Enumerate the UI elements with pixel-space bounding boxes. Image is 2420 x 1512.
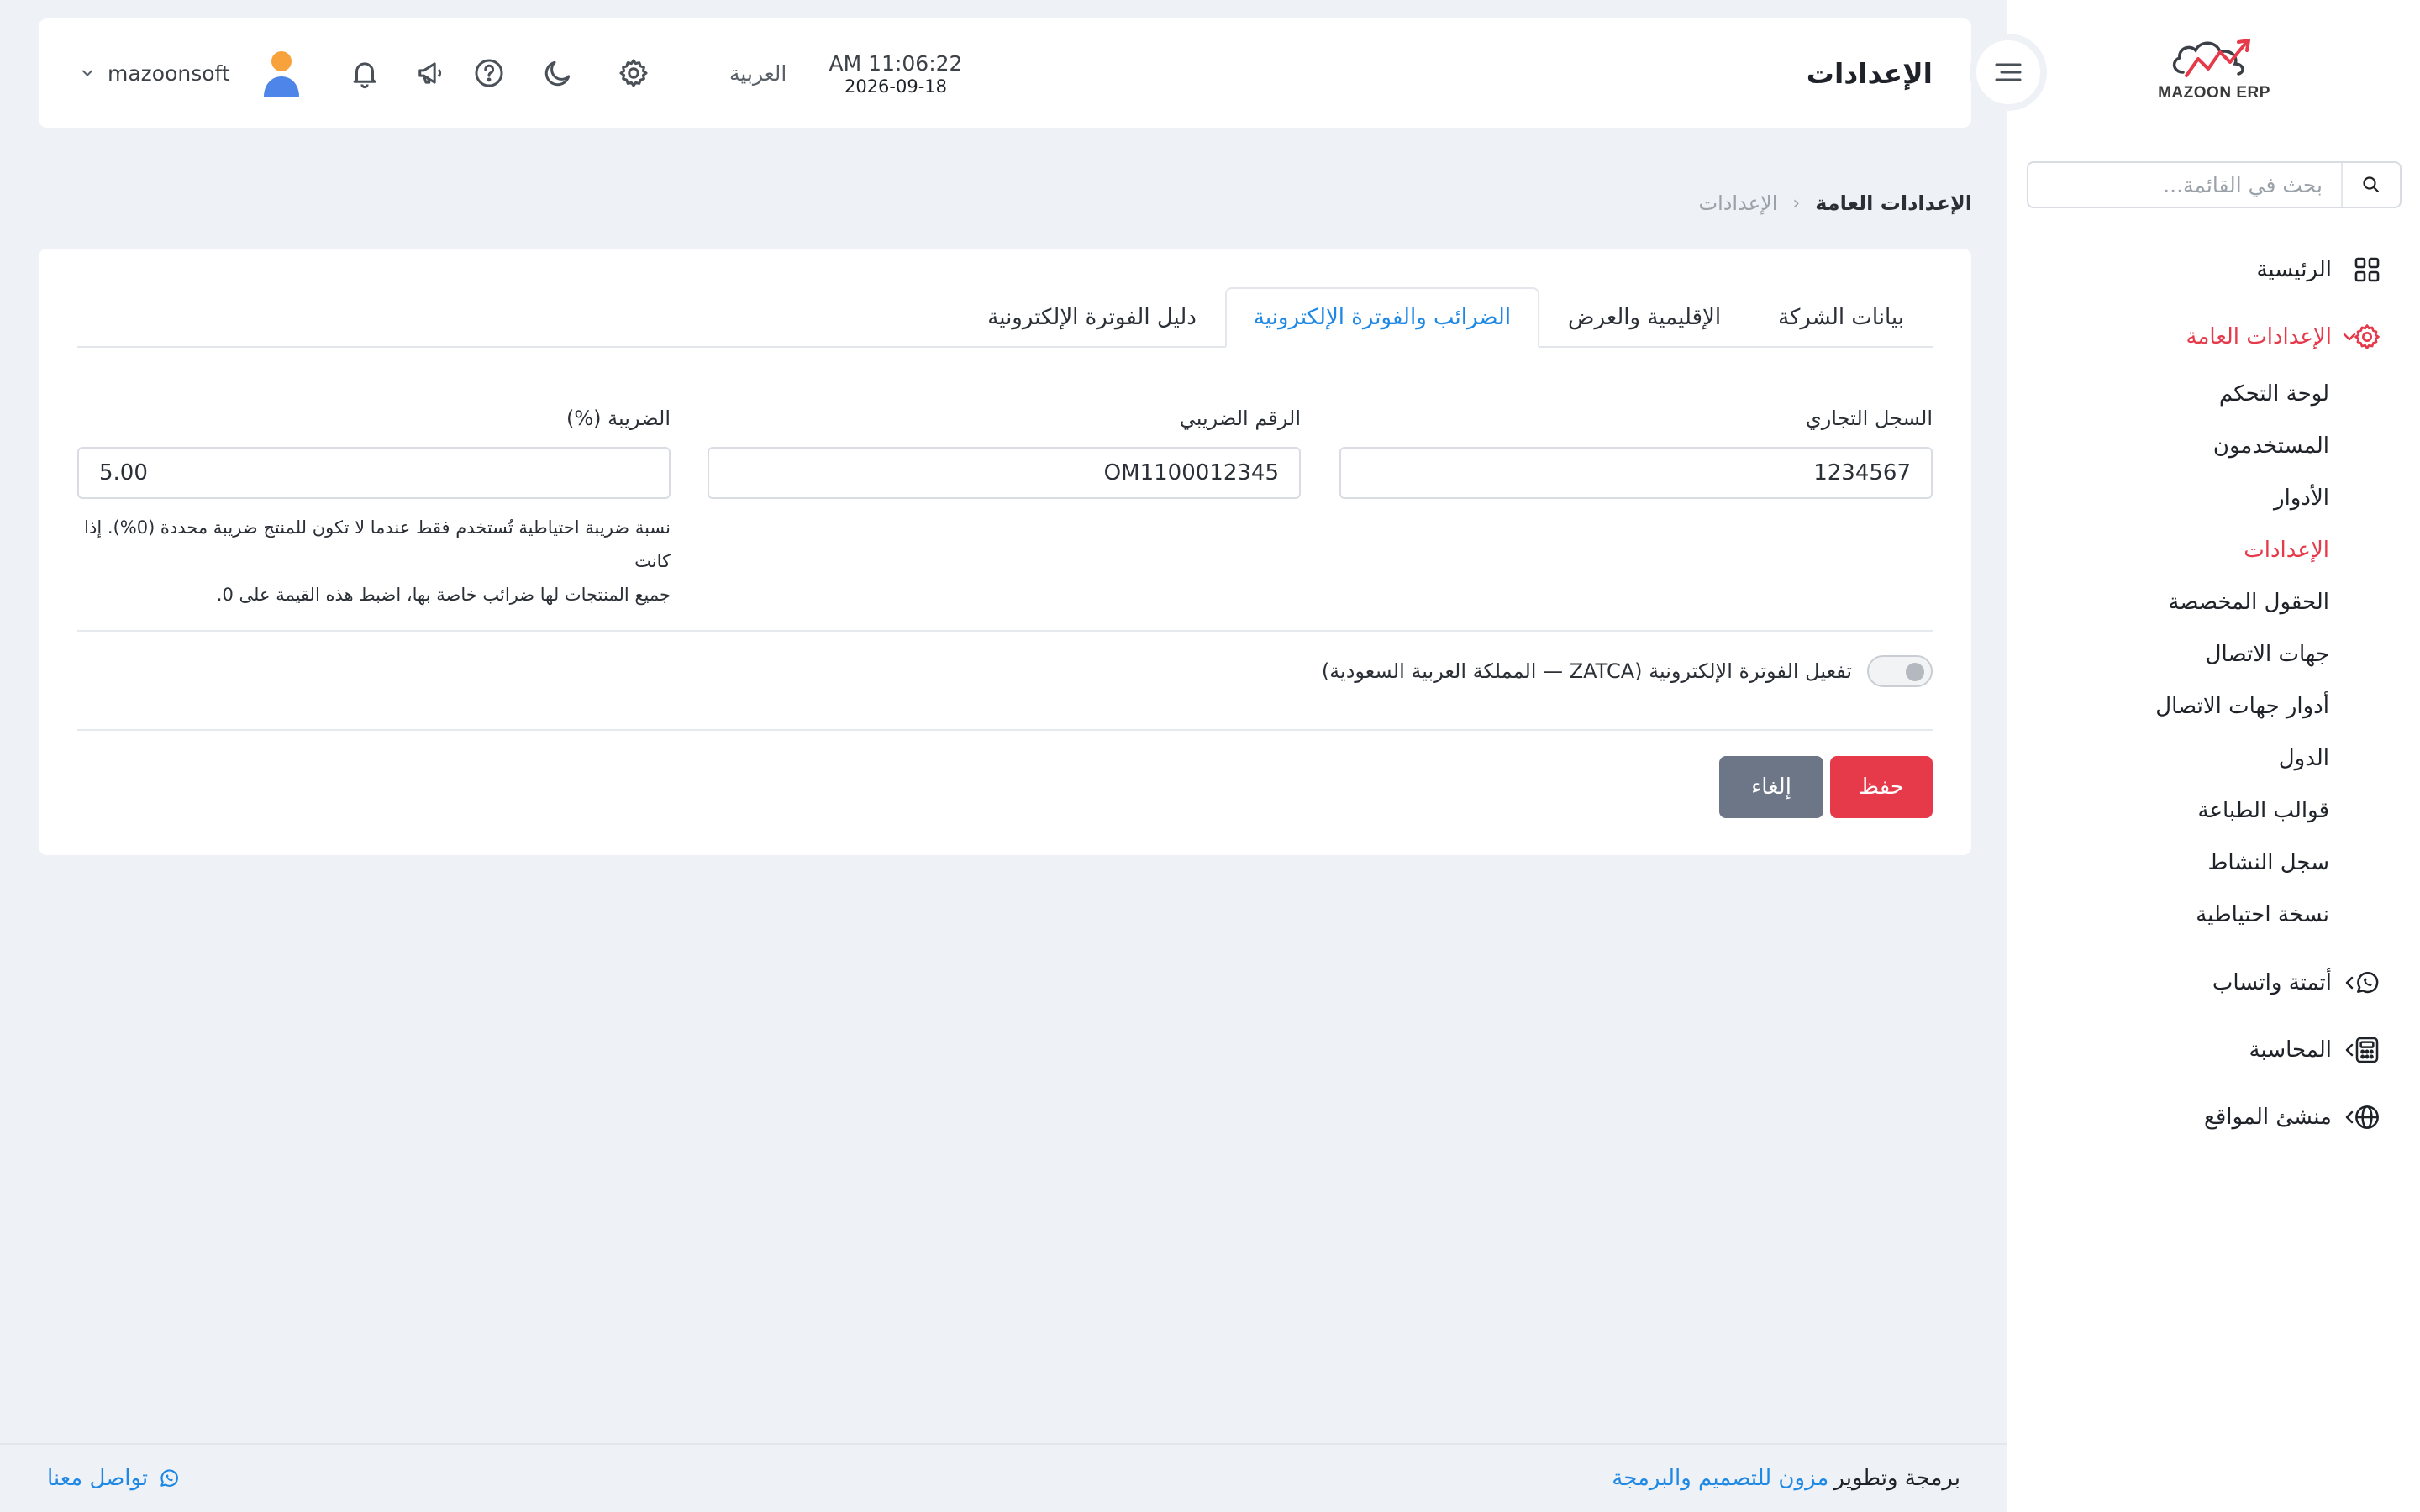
sidebar-submenu: لوحة التحكم المستخدمون الأدوار الإعدادات… <box>2007 363 2420 946</box>
page-title: الإعدادات <box>1806 56 1933 90</box>
sidebar-subitem-dashboard[interactable]: لوحة التحكم <box>2007 368 2420 420</box>
clock-time: AM 11:06:22 <box>829 51 963 76</box>
sidebar-item-label: المحاسبة <box>2249 1037 2332 1063</box>
clock-date: 2026-09-18 <box>844 76 948 97</box>
avatar <box>263 51 299 97</box>
footer-company-link[interactable]: مزون للتصميم والبرمجة <box>1612 1466 1828 1491</box>
tax-number-label: الرقم الضريبي <box>1179 407 1301 430</box>
sidebar-subitem-custom-fields[interactable]: الحقول المخصصة <box>2007 576 2420 628</box>
megaphone-icon[interactable] <box>413 55 450 92</box>
tab-regional-display[interactable]: الإقليمية والعرض <box>1539 287 1749 348</box>
breadcrumb: الإعدادات العامة ‹ الإعدادات <box>1698 192 1972 215</box>
chevron-down-icon[interactable] <box>2339 327 2360 347</box>
tax-rate-field: الضريبة (%) نسبة ضريبة احتياطية تُستخدم … <box>77 407 671 612</box>
zatca-toggle-label: تفعيل الفوترة الإلكترونية (ZATCA — الممل… <box>1321 659 1852 683</box>
sidebar-subitem-users[interactable]: المستخدمون <box>2007 420 2420 472</box>
divider <box>77 630 1933 632</box>
top-header: الإعدادات AM 11:06:22 2026-09-18 العربية <box>39 18 1971 128</box>
header-clock: AM 11:06:22 2026-09-18 <box>795 52 997 97</box>
footer-contact-link[interactable]: تواصل معنا <box>47 1445 180 1512</box>
footer-contact-label: تواصل معنا <box>47 1466 149 1491</box>
sidebar-search <box>2027 161 2402 208</box>
sidebar-subitem-print-templates[interactable]: قوالب الطباعة <box>2007 785 2420 837</box>
moon-icon[interactable] <box>539 55 576 92</box>
divider <box>77 729 1933 731</box>
tab-taxes-einvoicing[interactable]: الضرائب والفوترة الإلكترونية <box>1224 287 1540 348</box>
sidebar-item-label: الرئيسية <box>2256 257 2332 282</box>
settings-card: بيانات الشركة الإقليمية والعرض الضرائب و… <box>39 249 1971 855</box>
logo-text: MAZOON ERP <box>2158 84 2270 102</box>
breadcrumb-separator: ‹ <box>1792 192 1801 214</box>
sidebar: MAZOON ERP الرئيسية الإعدادا <box>2007 0 2420 1512</box>
save-button[interactable]: حفظ <box>1830 756 1933 818</box>
language-switcher[interactable]: العربية <box>729 18 786 128</box>
sidebar-subitem-roles[interactable]: الأدوار <box>2007 472 2420 524</box>
tax-rate-input[interactable] <box>77 447 671 499</box>
chevron-left-icon[interactable] <box>2339 1107 2360 1127</box>
sidebar-subitem-contact-roles[interactable]: أدوار جهات الاتصال <box>2007 680 2420 732</box>
sidebar-subitem-backup[interactable]: نسخة احتياطية <box>2007 889 2420 941</box>
chevron-down-icon <box>82 70 92 76</box>
commercial-register-field: السجل التجاري <box>1339 407 1933 499</box>
sidebar-subitem-activity-log[interactable]: سجل النشاط <box>2007 837 2420 889</box>
tax-number-input[interactable] <box>708 447 1301 499</box>
sidebar-subitem-countries[interactable]: الدول <box>2007 732 2420 785</box>
tax-rate-label: الضريبة (%) <box>566 407 671 430</box>
breadcrumb-parent[interactable]: الإعدادات <box>1698 192 1777 215</box>
sidebar-item-label: الإعدادات العامة <box>2186 324 2332 349</box>
grid-icon <box>2353 255 2381 284</box>
tax-rate-help: نسبة ضريبة احتياطية تُستخدم فقط عندما لا… <box>77 511 671 612</box>
commercial-register-label: السجل التجاري <box>1805 407 1933 430</box>
tab-einvoicing-guide[interactable]: دليل الفوترة الإلكترونية <box>959 287 1225 348</box>
sidebar-item-home[interactable]: الرئيسية <box>2007 244 2420 296</box>
chevron-left-icon[interactable] <box>2339 973 2360 993</box>
sidebar-item-general-settings[interactable]: الإعدادات العامة <box>2007 311 2420 363</box>
menu-icon <box>1995 63 2022 81</box>
cancel-button[interactable]: إلغاء <box>1719 756 1823 818</box>
logo[interactable]: MAZOON ERP <box>2158 35 2270 111</box>
sidebar-nav: الرئيسية الإعدادات العامة لوحة التحكم ال… <box>2007 244 2420 1151</box>
logo-icon <box>2172 39 2250 77</box>
sidebar-item-label: أتمتة واتساب <box>2212 970 2332 995</box>
footer: برمجة وتطوير مزون للتصميم والبرمجة تواصل… <box>0 1443 2007 1512</box>
form-actions: حفظ إلغاء <box>1719 756 1933 818</box>
tax-rate-help-line: نسبة ضريبة احتياطية تُستخدم فقط عندما لا… <box>84 517 671 571</box>
commercial-register-input[interactable] <box>1339 447 1933 499</box>
sidebar-toggle-button[interactable] <box>1970 34 2047 111</box>
user-menu[interactable]: mazoonsoft <box>79 18 304 128</box>
whatsapp-icon <box>160 1469 179 1487</box>
settings-tabs: بيانات الشركة الإقليمية والعرض الضرائب و… <box>77 287 1933 348</box>
help-icon[interactable] <box>471 55 508 92</box>
toggle-knob <box>1906 663 1924 681</box>
footer-credit: برمجة وتطوير مزون للتصميم والبرمجة <box>1612 1445 1960 1512</box>
sidebar-item-label: منشئ المواقع <box>2203 1105 2332 1130</box>
sidebar-subitem-contacts[interactable]: جهات الاتصال <box>2007 628 2420 680</box>
chevron-left-icon[interactable] <box>2339 1040 2360 1060</box>
sidebar-item-whatsapp-automation[interactable]: أتمتة واتساب <box>2007 949 2420 1016</box>
zatca-toggle[interactable] <box>1867 655 1933 687</box>
tab-company-data[interactable]: بيانات الشركة <box>1749 287 1933 348</box>
username: mazoonsoft <box>108 60 230 86</box>
bell-icon[interactable] <box>346 55 383 92</box>
breadcrumb-current: الإعدادات العامة <box>1815 192 1972 215</box>
sidebar-item-accounting[interactable]: المحاسبة <box>2007 1016 2420 1084</box>
sidebar-subitem-settings[interactable]: الإعدادات <box>2007 524 2420 576</box>
sidebar-search-input[interactable] <box>2028 163 2341 207</box>
search-icon[interactable] <box>2341 163 2400 207</box>
footer-credit-prefix: برمجة وتطوير <box>1833 1466 1960 1491</box>
gear-icon[interactable] <box>615 55 652 92</box>
tax-number-field: الرقم الضريبي <box>708 407 1301 499</box>
tax-rate-help-line: جميع المنتجات لها ضرائب خاصة بها، اضبط ه… <box>216 585 671 605</box>
sidebar-item-website-builder[interactable]: منشئ المواقع <box>2007 1084 2420 1151</box>
zatca-toggle-row: تفعيل الفوترة الإلكترونية (ZATCA — الممل… <box>1322 655 1933 687</box>
